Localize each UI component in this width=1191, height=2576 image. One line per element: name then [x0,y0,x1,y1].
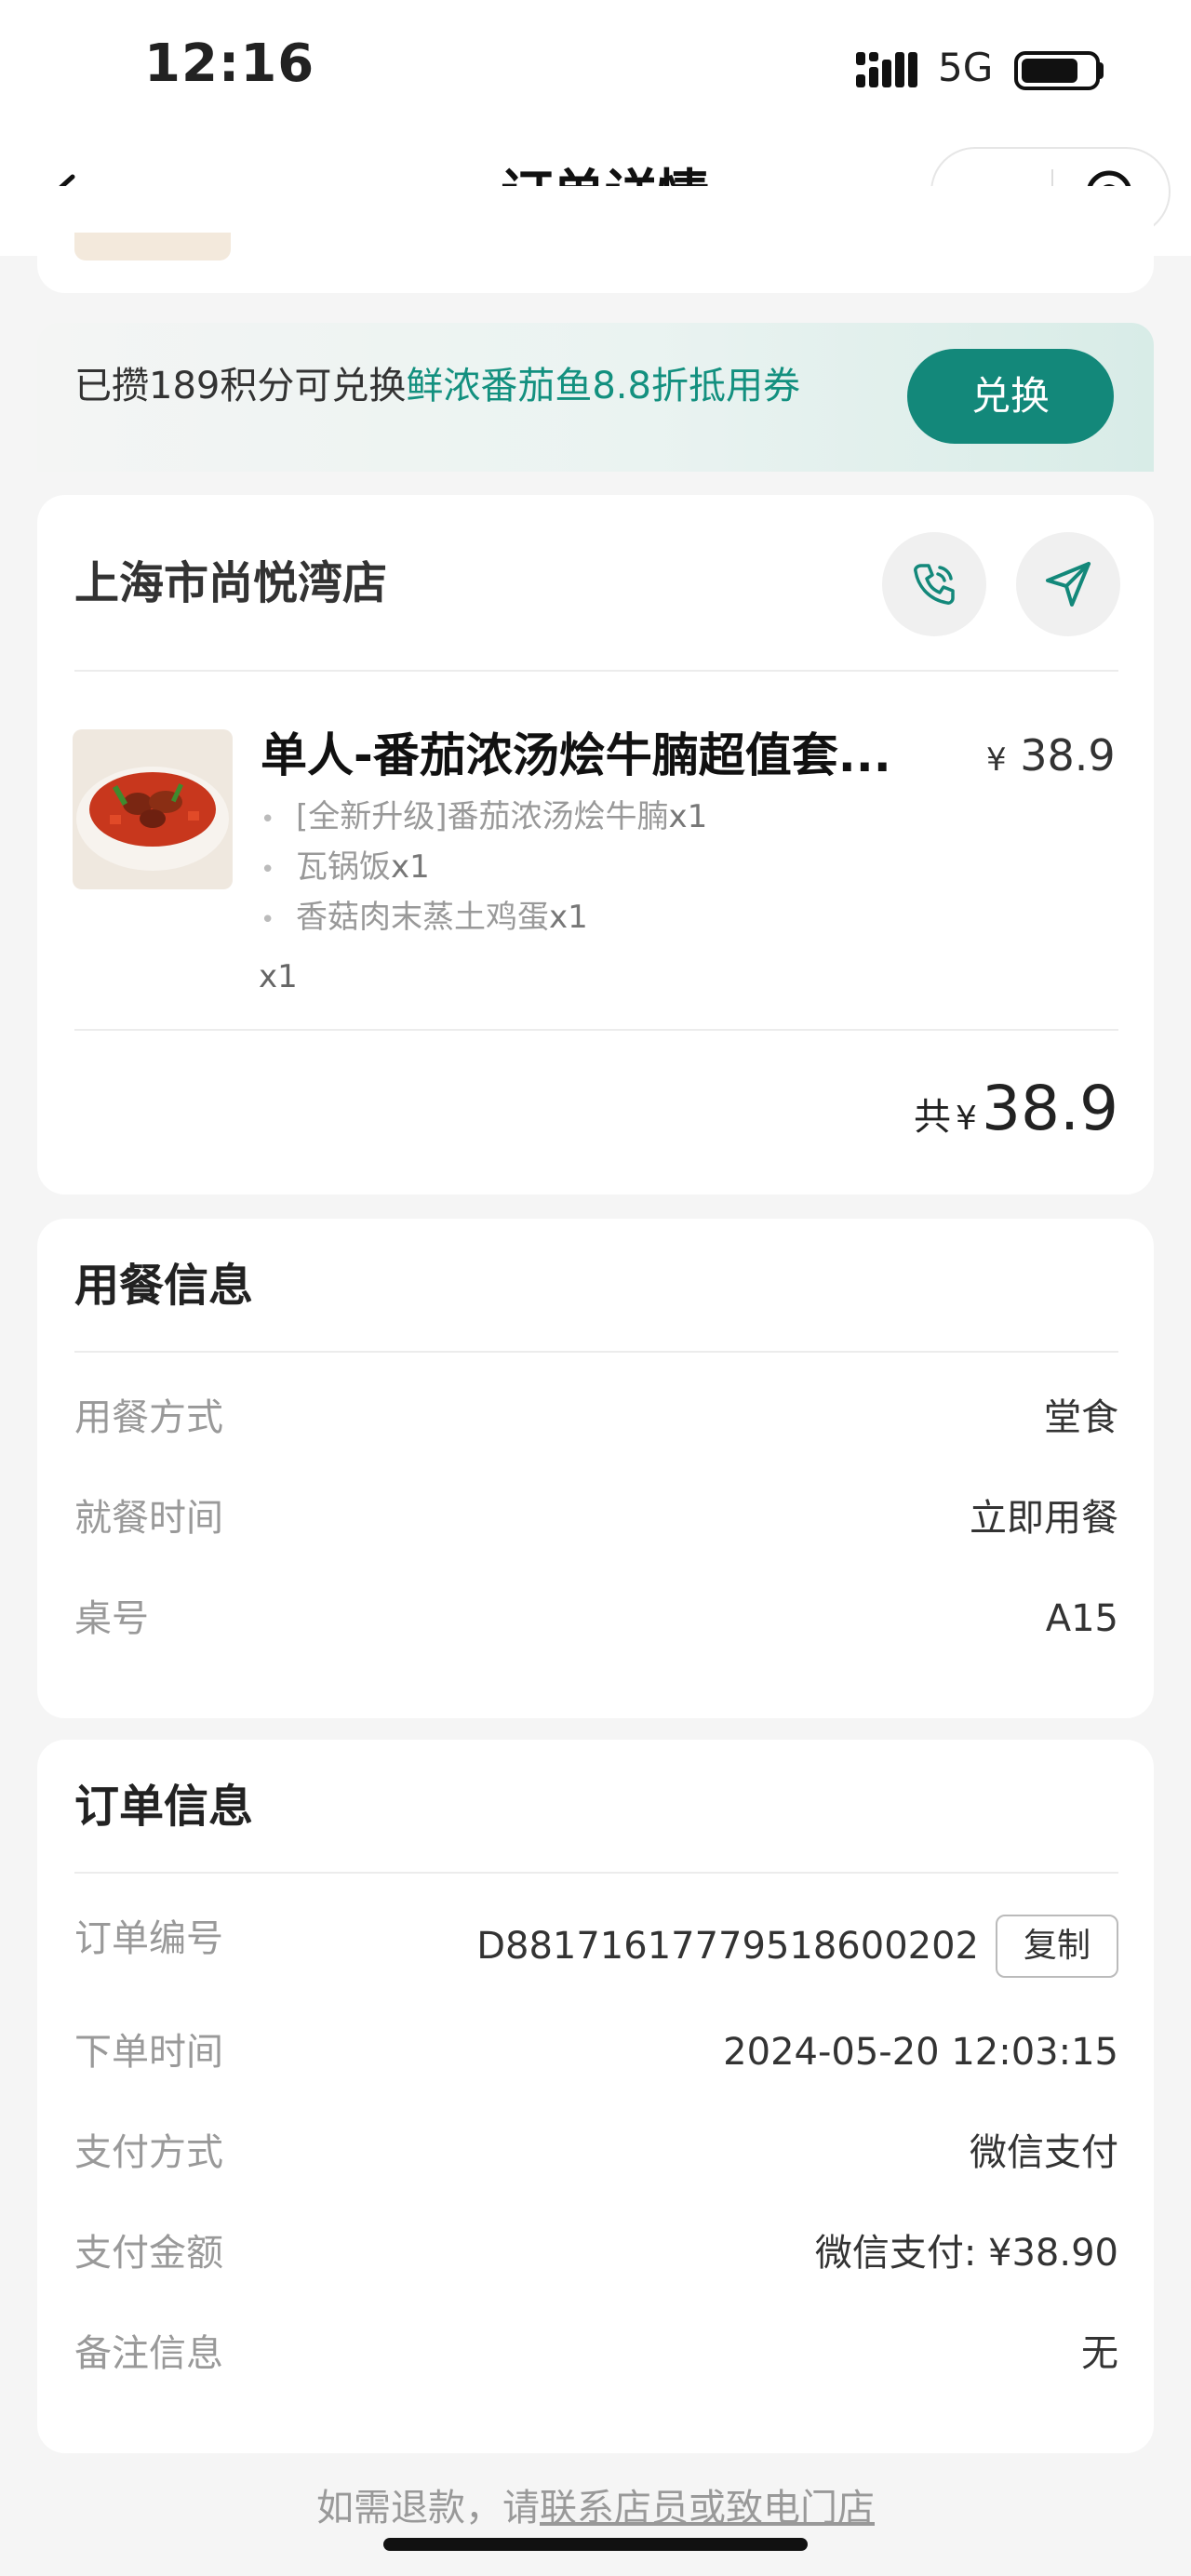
dish-quantity: x1 [259,958,298,995]
navigation-arrow-icon [1046,562,1091,607]
items-divider [74,1029,1118,1031]
remarks-label: 备注信息 [74,2332,223,2375]
home-indicator[interactable] [383,2538,808,2551]
call-store-button[interactable] [882,532,986,636]
points-coupon-highlight: 鲜浓番茄鱼8.8折抵用券 [406,365,800,407]
navigate-store-button[interactable] [1016,532,1120,636]
dish-name: 单人-番茄浓汤烩牛腩超值套... [261,728,891,782]
total-currency: ¥ [956,1100,977,1138]
sub-item: [全新升级]番茄浓汤烩牛腩x1 [261,794,707,843]
dining-time-label: 就餐时间 [74,1497,223,1540]
store-divider [74,670,1118,672]
dish-price: ¥ 38.9 [986,727,1116,788]
order-number-label: 订单编号 [74,1917,223,1960]
previous-card-thumbnail [74,233,231,260]
refund-note-prefix: 如需退款，请 [316,2487,540,2529]
store-name: 上海市尚悦湾店 [74,557,388,609]
order-info-title: 订单信息 [74,1781,254,1833]
dining-divider [74,1351,1118,1353]
sub-item-qty: x1 [668,798,708,835]
sub-item-name: 香菇肉末蒸土鸡蛋 [296,899,549,936]
total-amount: 38.9 [982,1073,1118,1144]
dish-image [73,729,233,889]
sub-item-name: [全新升级]番茄浓汤烩牛腩 [296,798,669,835]
dining-mode-value: 堂食 [1044,1396,1118,1439]
dining-mode-label: 用餐方式 [74,1396,223,1439]
sub-item-name: 瓦锅饭 [296,848,391,886]
sub-item: 瓦锅饭x1 [261,844,430,893]
phone-icon [914,564,955,605]
payment-method-label: 支付方式 [74,2131,223,2174]
points-text: 已攒189积分可兑换鲜浓番茄鱼8.8折抵用券 [74,358,800,414]
dining-time-value: 立即用餐 [970,1497,1118,1540]
signal-icon [856,52,917,87]
network-type: 5G [938,45,994,90]
sub-item-qty: x1 [549,899,588,936]
order-total: 共 ¥ 38.9 [912,1072,1118,1162]
status-time: 12:16 [144,33,315,94]
order-time-label: 下单时间 [74,2031,223,2074]
order-time-value: 2024-05-20 12:03:15 [723,2031,1118,2074]
copy-order-number-button[interactable]: 复制 [996,1915,1118,1978]
payment-amount-label: 支付金额 [74,2232,223,2275]
points-text-prefix: 已攒189积分可兑换 [74,365,407,407]
total-label: 共 [913,1096,951,1139]
payment-amount-value: 微信支付: ¥38.90 [814,2232,1118,2275]
refund-note: 如需退款，请联系店员或致电门店 [0,2482,1191,2534]
battery-icon [1014,51,1100,90]
contact-store-link[interactable]: 联系店员或致电门店 [540,2487,875,2529]
dining-info-title: 用餐信息 [74,1260,254,1312]
exchange-button[interactable]: 兑换 [907,349,1114,444]
table-number-label: 桌号 [74,1597,149,1640]
table-number-value: A15 [1045,1597,1118,1640]
remarks-value: 无 [1081,2332,1118,2375]
price-value: 38.9 [1020,730,1116,781]
order-number-value: D88171617779518600202 [476,1925,979,1968]
sub-item: 香菇肉末蒸土鸡蛋x1 [261,894,588,943]
order-divider [74,1872,1118,1874]
price-currency: ¥ [986,741,1007,779]
payment-method-value: 微信支付 [970,2131,1118,2174]
battery-nub [1098,62,1104,79]
sub-item-qty: x1 [391,848,430,886]
